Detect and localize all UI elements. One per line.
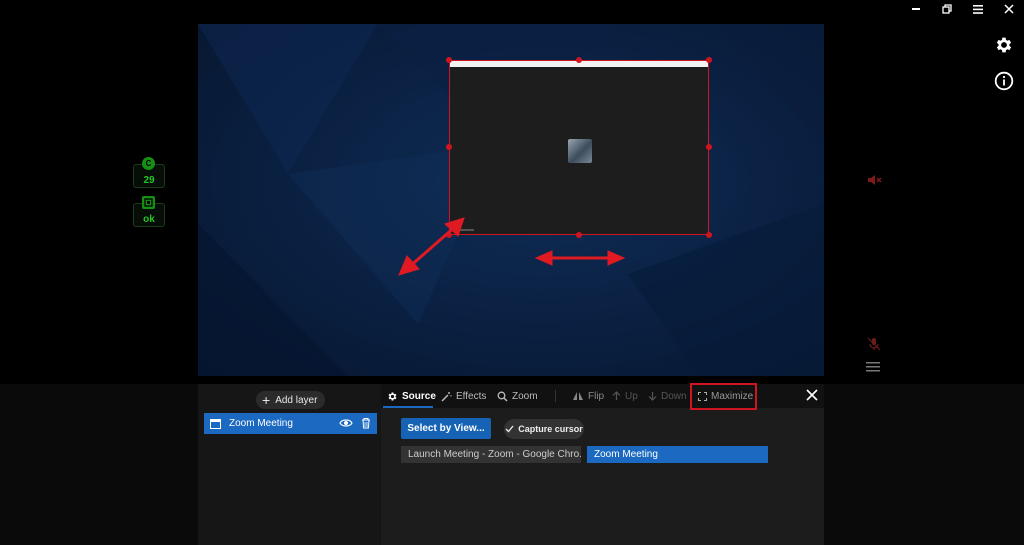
move-down-button[interactable]: Down xyxy=(648,389,687,403)
close-icon xyxy=(1003,4,1014,14)
annotation-arrows xyxy=(398,217,626,276)
window-option-launch-meeting[interactable]: Launch Meeting - Zoom - Google Chro... xyxy=(401,446,581,463)
mic-muted-icon xyxy=(867,337,881,351)
hamburger-icon xyxy=(866,362,880,372)
restore-button[interactable] xyxy=(931,0,962,18)
speaker-mute-toggle[interactable] xyxy=(866,173,882,187)
tab-zoom[interactable]: Zoom xyxy=(497,389,538,403)
eye-icon xyxy=(339,419,353,427)
tab-zoom-label: Zoom xyxy=(512,390,538,402)
minimize-button[interactable] xyxy=(900,0,931,18)
tab-source[interactable]: Source xyxy=(387,389,436,403)
info-button[interactable] xyxy=(994,71,1014,91)
fps-value: 29 xyxy=(143,175,155,186)
hamburger-icon xyxy=(972,4,983,14)
info-icon xyxy=(994,71,1014,91)
close-window-button[interactable] xyxy=(993,0,1024,18)
maximize-highlight-box xyxy=(690,383,757,410)
move-up-label: Up xyxy=(625,390,638,402)
layer-item-label: Zoom Meeting xyxy=(229,418,293,429)
tab-effects[interactable]: Effects xyxy=(441,389,486,403)
restore-icon xyxy=(941,4,952,14)
visibility-toggle[interactable] xyxy=(339,418,353,431)
status-badge-icon xyxy=(142,196,155,209)
add-layer-button[interactable]: + Add layer xyxy=(256,391,325,409)
layer-item-zoom-meeting[interactable]: Zoom Meeting xyxy=(204,413,377,434)
flip-icon xyxy=(573,392,583,400)
side-menu-button[interactable] xyxy=(866,359,882,372)
arrow-up-icon xyxy=(612,391,621,400)
toolbar-divider xyxy=(555,390,556,402)
mic-mute-toggle[interactable] xyxy=(866,337,882,351)
tab-effects-label: Effects xyxy=(456,390,487,402)
speaker-muted-icon xyxy=(868,175,882,185)
window-controls xyxy=(900,0,1024,18)
plus-icon: + xyxy=(262,392,271,408)
magnifier-icon xyxy=(497,391,508,402)
window-option-zoom-meeting[interactable]: Zoom Meeting xyxy=(587,446,768,463)
delete-layer-button[interactable] xyxy=(361,417,371,432)
minimize-icon xyxy=(911,8,920,10)
add-layer-label: Add layer xyxy=(275,394,318,406)
active-tab-indicator xyxy=(383,406,433,408)
preview-canvas[interactable] xyxy=(198,24,824,376)
app-window: 29 C ok + Add layer Zoom Meeting Source … xyxy=(0,0,1024,545)
fps-badge: C xyxy=(142,157,155,170)
select-by-view-button[interactable]: Select by View... xyxy=(401,418,491,439)
trash-icon xyxy=(362,418,370,429)
gear-icon xyxy=(996,37,1012,53)
source-panel xyxy=(381,384,824,545)
flip-button[interactable]: Flip xyxy=(572,389,604,403)
magic-wand-icon xyxy=(441,391,452,402)
gear-icon xyxy=(388,391,397,401)
move-up-button[interactable]: Up xyxy=(612,389,638,403)
arrow-down-icon xyxy=(648,392,657,401)
flip-label: Flip xyxy=(588,390,605,402)
capture-cursor-toggle[interactable]: Capture cursor xyxy=(504,419,584,439)
close-panel-button[interactable] xyxy=(805,388,819,402)
settings-button[interactable] xyxy=(994,35,1014,55)
window-menu-button[interactable] xyxy=(962,0,993,18)
move-down-label: Down xyxy=(661,390,687,402)
close-icon xyxy=(806,389,818,401)
checkmark-icon xyxy=(505,425,514,433)
capture-cursor-label: Capture cursor xyxy=(518,424,583,434)
tab-source-label: Source xyxy=(402,390,436,402)
status-value: ok xyxy=(143,214,155,225)
window-icon xyxy=(210,418,221,429)
